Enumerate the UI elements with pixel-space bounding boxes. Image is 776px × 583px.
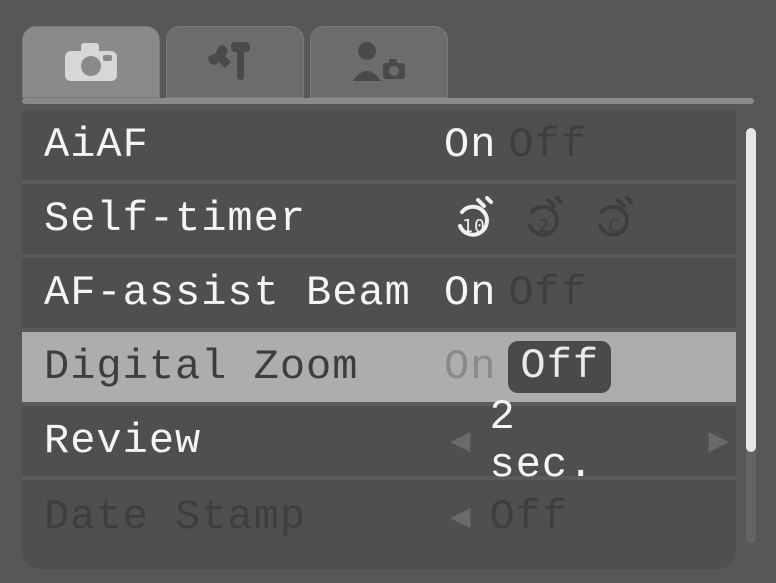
tab-camera[interactable] [22, 26, 160, 98]
menu-label: Review [44, 417, 444, 465]
menu-value: ◀ 2 sec. ▶ [444, 393, 736, 489]
svg-text:2: 2 [538, 216, 550, 237]
svg-text:C: C [608, 216, 620, 237]
spinner-value: Off [489, 493, 568, 541]
menu-value: On Off [444, 121, 587, 169]
menu-row-self-timer[interactable]: Self-timer 10 [22, 184, 736, 258]
tools-icon [207, 40, 263, 84]
spinner-value: 2 sec. [489, 393, 620, 489]
menu-label: Digital Zoom [44, 343, 444, 391]
option-on[interactable]: On [444, 343, 496, 391]
timer-custom-icon[interactable]: C [584, 196, 642, 242]
option-off-selected[interactable]: Off [508, 341, 611, 393]
chevron-left-icon[interactable]: ◀ [444, 496, 477, 538]
option-on[interactable]: On [444, 121, 496, 169]
scrollbar-thumb[interactable] [746, 128, 756, 452]
tab-bar [22, 14, 754, 98]
menu-row-date-stamp[interactable]: Date Stamp ◀ Off [22, 480, 736, 554]
tab-mycamera[interactable] [310, 26, 448, 98]
tab-underline [22, 98, 754, 104]
chevron-left-icon[interactable]: ◀ [444, 420, 477, 462]
menu-row-review[interactable]: Review ◀ 2 sec. ▶ [22, 406, 736, 480]
menu-label: Self-timer [44, 195, 444, 243]
menu-row-af-assist[interactable]: AF-assist Beam On Off [22, 258, 736, 332]
menu-row-aiaf[interactable]: AiAF On Off [22, 110, 736, 184]
chevron-right-icon[interactable]: ▶ [703, 420, 736, 462]
timer-2-icon[interactable]: 2 [514, 196, 572, 242]
menu-value: 10 2 [444, 196, 642, 242]
menu-label: AiAF [44, 121, 444, 169]
menu-value: ◀ Off [444, 493, 568, 541]
tab-setup[interactable] [166, 26, 304, 98]
timer-10-icon[interactable]: 10 [444, 196, 502, 242]
settings-menu: AiAF On Off Self-timer 10 [22, 110, 736, 569]
menu-value: On Off [444, 341, 611, 393]
svg-text:10: 10 [462, 216, 486, 237]
option-off[interactable]: Off [508, 121, 587, 169]
menu-label: Date Stamp [44, 493, 444, 541]
person-camera-icon [349, 39, 409, 85]
menu-value: On Off [444, 269, 587, 317]
camera-icon [63, 41, 119, 83]
option-off[interactable]: Off [508, 269, 587, 317]
scrollbar-track[interactable] [746, 128, 756, 543]
option-on[interactable]: On [444, 269, 496, 317]
menu-label: AF-assist Beam [44, 269, 444, 317]
